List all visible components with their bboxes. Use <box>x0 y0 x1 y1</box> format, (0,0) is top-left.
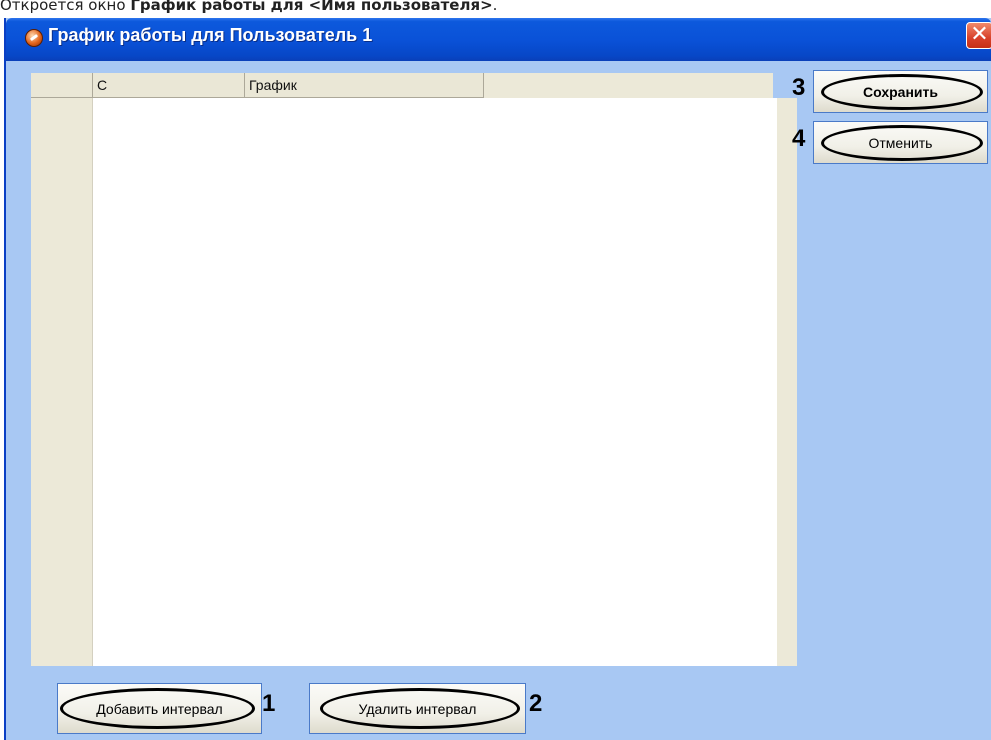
marker-1: 1 <box>262 690 276 717</box>
schedule-dialog: График работы для Пользователь 1 ✕ С Гра… <box>4 18 991 740</box>
window-title: График работы для Пользователь 1 <box>48 25 373 45</box>
row-header-column[interactable] <box>31 73 93 98</box>
caption-prefix: Откроется окно <box>0 0 131 14</box>
save-button-label: Сохранить <box>863 84 938 100</box>
header-filler <box>484 73 773 98</box>
marker-3: 3 <box>792 74 806 101</box>
title-bar[interactable]: График работы для Пользователь 1 ✕ <box>6 18 991 61</box>
delete-interval-label: Удалить интервал <box>358 701 477 717</box>
schedule-grid[interactable]: С График <box>31 73 797 666</box>
caption-bold: График работы для <Имя пользователя> <box>130 0 493 14</box>
app-icon <box>25 29 43 47</box>
marker-4: 4 <box>792 125 806 152</box>
row-header-area <box>31 98 93 666</box>
column-header-from[interactable]: С <box>93 73 245 98</box>
add-interval-label: Добавить интервал <box>96 701 223 717</box>
cancel-button[interactable]: Отменить <box>813 121 988 164</box>
document-caption: Откроется окно График работы для <Имя по… <box>0 0 497 17</box>
add-interval-button[interactable]: Добавить интервал <box>57 683 262 734</box>
grid-header: С График <box>31 73 773 98</box>
delete-interval-button[interactable]: Удалить интервал <box>309 683 526 734</box>
cancel-button-label: Отменить <box>868 135 933 151</box>
caption-suffix: . <box>492 0 498 14</box>
column-header-schedule[interactable]: График <box>245 73 484 98</box>
close-button[interactable]: ✕ <box>966 22 991 49</box>
grid-body[interactable] <box>93 98 777 666</box>
marker-2: 2 <box>529 690 543 717</box>
grid-scroll-area <box>777 98 797 666</box>
save-button[interactable]: Сохранить <box>813 70 988 113</box>
